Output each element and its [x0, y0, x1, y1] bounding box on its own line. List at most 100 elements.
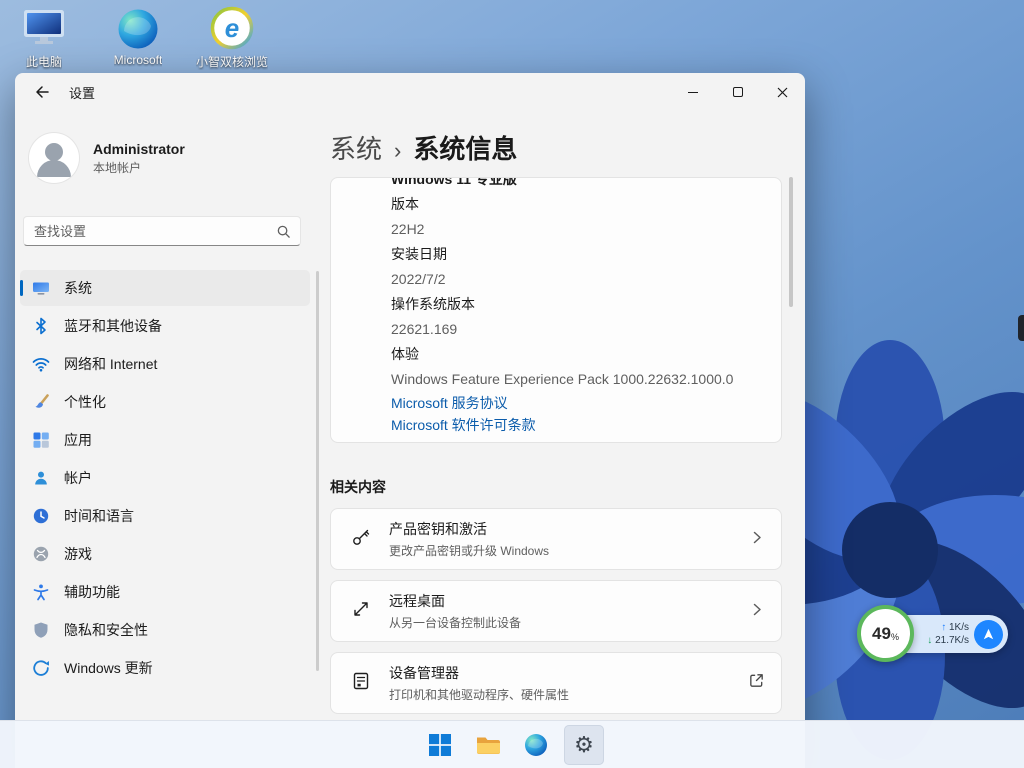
start-button[interactable] — [420, 725, 460, 765]
breadcrumb-parent[interactable]: 系统 — [330, 129, 382, 166]
sidebar-item-accounts[interactable]: 帐户 — [20, 460, 310, 496]
search-icon — [276, 224, 291, 239]
settings-taskbar-button[interactable]: ⚙ — [564, 725, 604, 765]
sidebar-item-accessibility[interactable]: 辅助功能 — [20, 574, 310, 610]
card-subtitle: 从另一台设备控制此设备 — [389, 614, 731, 631]
spec-label-os-build: 操作系统版本 — [391, 292, 781, 317]
sidebar-item-label: 隐私和安全性 — [64, 620, 148, 640]
remote-desktop-card[interactable]: 远程桌面 从另一台设备控制此设备 — [330, 580, 782, 642]
card-subtitle: 打印机和其他驱动程序、硬件属性 — [389, 686, 730, 703]
sidebar-item-apps[interactable]: 应用 — [20, 422, 310, 458]
related-heading: 相关内容 — [330, 477, 386, 497]
sidebar-item-privacy[interactable]: 隐私和安全性 — [20, 612, 310, 648]
download-arrow-icon: ↓ — [927, 635, 932, 646]
card-title: 产品密钥和激活 — [389, 519, 731, 539]
spec-label-install-date: 安装日期 — [391, 242, 781, 267]
sidebar-item-label: 系统 — [64, 278, 92, 298]
windows-edition-clipped: Windows 11 专业版 — [391, 177, 517, 189]
software-license-link[interactable]: Microsoft 软件许可条款 — [391, 414, 536, 436]
page-title: 系统信息 — [413, 129, 517, 166]
settings-main: 系统 › 系统信息 Windows 11 专业版 版本 22H2 安装日期 20… — [323, 111, 805, 768]
sidebar-item-label: 时间和语言 — [64, 506, 134, 526]
card-title: 远程桌面 — [389, 591, 731, 611]
wifi-icon — [32, 355, 50, 373]
minimize-icon — [688, 92, 698, 93]
edge-taskbar-button[interactable] — [516, 725, 556, 765]
titlebar: 设置 — [15, 73, 805, 111]
rocket-icon — [981, 627, 996, 642]
desktop-icon-label: 小智双核浏览 — [196, 53, 268, 70]
sidebar-handle[interactable] — [1018, 315, 1024, 341]
upload-speed: 1K/s — [949, 622, 969, 633]
sidebar-item-label: 网络和 Internet — [64, 354, 157, 374]
folder-icon — [476, 735, 501, 756]
boost-rocket-button[interactable] — [974, 620, 1003, 649]
shield-icon — [32, 621, 50, 639]
memory-usage-ball[interactable]: 49 % — [857, 605, 914, 662]
download-speed: 21.7K/s — [935, 635, 969, 646]
device-manager-icon — [351, 671, 371, 696]
update-icon — [32, 659, 50, 677]
net-speed-text: ↑ 1K/s ↓ 21.7K/s — [927, 621, 969, 647]
minimize-button[interactable] — [670, 73, 715, 111]
breadcrumb: 系统 › 系统信息 — [330, 129, 517, 166]
chevron-right-icon — [749, 601, 765, 622]
breadcrumb-separator: › — [394, 138, 401, 164]
windows-logo-icon — [429, 734, 451, 756]
spec-value-os-build: 22621.169 — [391, 317, 781, 342]
taskbar: ⚙ — [0, 720, 1024, 768]
spec-label-experience: 体验 — [391, 342, 781, 367]
desktop: 此电脑 Microsoft e — [0, 0, 1024, 768]
sidebar-item-network[interactable]: 网络和 Internet — [20, 346, 310, 382]
spec-label-version: 版本 — [391, 192, 781, 217]
content-scrollbar[interactable] — [789, 177, 793, 307]
file-explorer-button[interactable] — [468, 725, 508, 765]
sidebar-scrollbar[interactable] — [316, 271, 319, 671]
desktop-icon-label: Microsoft — [114, 53, 163, 67]
settings-nav: 系统 蓝牙和其他设备 — [15, 268, 315, 688]
close-button[interactable] — [760, 73, 805, 111]
user-account[interactable]: Administrator 本地帐户 — [29, 133, 185, 183]
svg-text:e: e — [225, 13, 239, 43]
taskbar-center: ⚙ — [420, 721, 604, 768]
sidebar-item-label: Windows 更新 — [64, 658, 153, 678]
gear-icon: ⚙ — [574, 734, 594, 756]
windows-specs-card: Windows 11 专业版 版本 22H2 安装日期 2022/7/2 操作系… — [330, 177, 782, 443]
desktop-icon-label: 此电脑 — [26, 53, 62, 70]
desktop-icon-browser-e[interactable]: e 小智双核浏览 — [196, 6, 268, 70]
close-icon — [777, 87, 788, 98]
sidebar-item-personalization[interactable]: 个性化 — [20, 384, 310, 420]
spec-value-experience: Windows Feature Experience Pack 1000.226… — [391, 367, 781, 392]
edge-icon — [117, 6, 159, 50]
maximize-button[interactable] — [715, 73, 760, 111]
device-manager-card[interactable]: 设备管理器 打印机和其他驱动程序、硬件属性 — [330, 652, 782, 714]
search-input[interactable] — [24, 224, 276, 239]
sidebar-item-system[interactable]: 系统 — [20, 270, 310, 306]
spec-value-install-date: 2022/7/2 — [391, 267, 781, 292]
sidebar-item-label: 应用 — [64, 430, 92, 450]
sidebar-item-windows-update[interactable]: Windows 更新 — [20, 650, 310, 686]
window-title: 设置 — [69, 73, 95, 111]
user-type: 本地帐户 — [93, 159, 185, 176]
user-name: Administrator — [93, 141, 185, 157]
sidebar-item-gaming[interactable]: 游戏 — [20, 536, 310, 572]
e-browser-icon: e — [210, 6, 254, 50]
back-button[interactable] — [25, 77, 59, 107]
services-agreement-link[interactable]: Microsoft 服务协议 — [391, 392, 508, 414]
desktop-icon-edge[interactable]: Microsoft — [102, 6, 174, 70]
sidebar-item-bluetooth[interactable]: 蓝牙和其他设备 — [20, 308, 310, 344]
card-subtitle: 更改产品密钥或升级 Windows — [389, 542, 731, 559]
accessibility-icon — [32, 583, 50, 601]
sidebar-item-label: 辅助功能 — [64, 582, 120, 602]
desktop-icon-this-pc[interactable]: 此电脑 — [8, 6, 80, 70]
system-icon — [32, 279, 50, 297]
clock-icon — [32, 507, 50, 525]
avatar — [29, 133, 79, 183]
sidebar-item-time-language[interactable]: 时间和语言 — [20, 498, 310, 534]
sidebar-item-label: 个性化 — [64, 392, 106, 412]
chevron-right-icon — [749, 529, 765, 550]
percent-sign: % — [891, 632, 899, 642]
sidebar-item-label: 帐户 — [64, 468, 92, 488]
product-key-card[interactable]: 产品密钥和激活 更改产品密钥或升级 Windows — [330, 508, 782, 570]
sidebar-item-label: 蓝牙和其他设备 — [64, 316, 162, 336]
